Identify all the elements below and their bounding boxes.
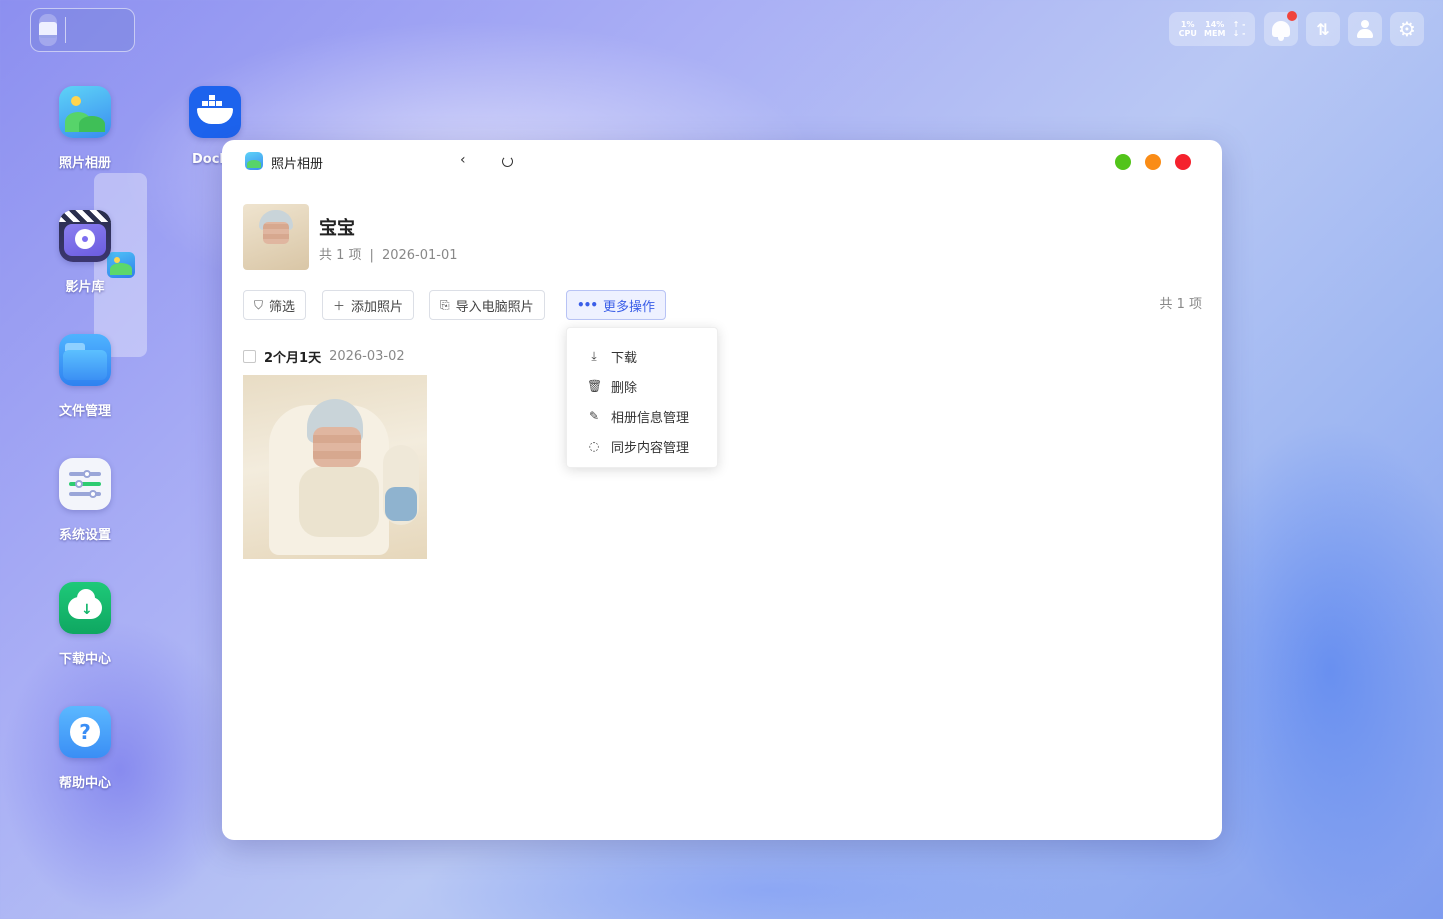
more-actions-label: 更多操作 — [603, 299, 656, 315]
desktop-app-label: 帮助中心 — [58, 776, 111, 791]
menu-item-download[interactable]: ⤓ 下载 — [567, 341, 717, 371]
transfer-button[interactable]: ⇅ — [1306, 12, 1340, 46]
back-button[interactable]: ‹ — [460, 152, 466, 168]
show-desktop-button[interactable] — [39, 14, 57, 46]
menu-item-label: 同步内容管理 — [611, 440, 690, 456]
menu-item-label: 删除 — [611, 380, 638, 396]
menu-item-sync-content[interactable]: ◌ 同步内容管理 — [567, 431, 717, 461]
plus-icon: ＋ — [333, 298, 346, 313]
user-button[interactable] — [1348, 12, 1382, 46]
desktop-app-photos[interactable]: 照片相册 — [40, 86, 130, 171]
desktop-app-help-center[interactable]: ? 帮助中心 — [40, 706, 130, 791]
settings-button[interactable]: ⚙ — [1390, 12, 1424, 46]
filter-label: 筛选 — [269, 299, 296, 315]
photos-app-icon — [59, 86, 111, 138]
desktop-app-label: 影片库 — [65, 280, 105, 295]
photos-window: 照片相册 ‹ 宝宝 共 1 项 | 2026-01-01 ⛉ 筛选 ＋ 添加照片 ⎘ 导入… — [222, 140, 1222, 840]
import-pc-photos-button[interactable]: ⎘ 导入电脑照片 — [429, 290, 545, 320]
import-icon: ⎘ — [440, 297, 450, 312]
album-item-count: 共 1 项 — [319, 248, 362, 263]
album-date: 2026-01-01 — [381, 248, 458, 263]
menu-item-label: 相册信息管理 — [611, 410, 690, 426]
more-actions-menu: ⤓ 下载 🗑 删除 ✎ 相册信息管理 ◌ 同步内容管理 — [566, 327, 718, 468]
video-library-icon — [59, 210, 111, 262]
desktop-app-label: 下载中心 — [58, 652, 111, 667]
add-photo-label: 添加照片 — [351, 299, 404, 315]
help-question-icon: ? — [59, 706, 111, 758]
import-label: 导入电脑照片 — [455, 299, 534, 315]
date-group-header: 2个月1天 2026-03-02 — [243, 347, 405, 366]
mem-stat: 14% MEM — [1204, 20, 1226, 38]
window-title: 照片相册 — [271, 157, 324, 172]
add-photo-button[interactable]: ＋ 添加照片 — [322, 290, 415, 320]
menu-item-album-info[interactable]: ✎ 相册信息管理 — [567, 401, 717, 431]
cpu-stat: 1% CPU — [1178, 20, 1197, 38]
group-date: 2026-03-02 — [329, 349, 405, 364]
trash-icon: 🗑 — [587, 379, 603, 393]
refresh-icon[interactable] — [502, 156, 513, 167]
cloud-download-icon: ↓ — [59, 582, 111, 634]
bell-icon — [1272, 21, 1290, 41]
desktop-app-label: 照片相册 — [58, 156, 111, 171]
desktop-app-label: 系统设置 — [58, 528, 111, 543]
maximize-button[interactable] — [1115, 154, 1131, 170]
desktop-app-video-library[interactable]: 影片库 — [40, 210, 130, 295]
user-icon — [1356, 20, 1374, 38]
meta-separator: | — [369, 248, 374, 263]
album-cover — [243, 204, 309, 270]
desktop-app-download-center[interactable]: ↓ 下载中心 — [40, 582, 130, 667]
transfer-arrows-icon: ⇅ — [1316, 19, 1330, 39]
gear-icon: ⚙ — [1398, 17, 1416, 41]
minimize-button[interactable] — [1145, 154, 1161, 170]
notifications-button[interactable] — [1264, 11, 1298, 46]
desktop-app-file-manager[interactable]: 文件管理 — [40, 334, 130, 419]
ellipsis-icon: ••• — [577, 298, 598, 312]
desktop-app-system-settings[interactable]: 系统设置 — [40, 458, 130, 543]
filter-button[interactable]: ⛉ 筛选 — [243, 290, 307, 320]
group-title: 2个月1天 — [264, 351, 322, 366]
menu-item-label: 下载 — [611, 350, 638, 366]
edit-icon: ✎ — [588, 409, 600, 423]
desktop-icon — [39, 22, 57, 38]
photos-app-icon — [245, 152, 263, 170]
window-titlebar[interactable]: 照片相册 ‹ — [222, 140, 1222, 184]
settings-sliders-icon — [59, 458, 111, 510]
album-meta: 共 1 项 | 2026-01-01 — [319, 244, 458, 263]
window-switcher — [30, 8, 147, 357]
album-title: 宝宝 — [319, 218, 355, 239]
folder-icon — [59, 334, 111, 386]
system-monitor[interactable]: 1% CPU 14% MEM ↑ - ↓ - — [1169, 12, 1255, 46]
select-group-checkbox[interactable] — [243, 350, 256, 363]
photo-thumbnail[interactable] — [243, 375, 427, 559]
sync-icon: ◌ — [588, 439, 600, 453]
download-icon: ⤓ — [591, 348, 597, 363]
close-button[interactable] — [1175, 154, 1191, 170]
menu-item-delete[interactable]: 🗑 删除 — [567, 371, 717, 401]
notification-badge — [1287, 11, 1297, 21]
more-actions-button[interactable]: ••• 更多操作 — [566, 290, 667, 320]
filter-icon: ⛉ — [254, 297, 264, 312]
docker-whale-icon — [189, 86, 241, 138]
network-stat: ↑ - ↓ - — [1232, 20, 1246, 38]
desktop-app-label: 文件管理 — [58, 404, 111, 419]
total-count: 共 1 项 — [1159, 297, 1202, 312]
